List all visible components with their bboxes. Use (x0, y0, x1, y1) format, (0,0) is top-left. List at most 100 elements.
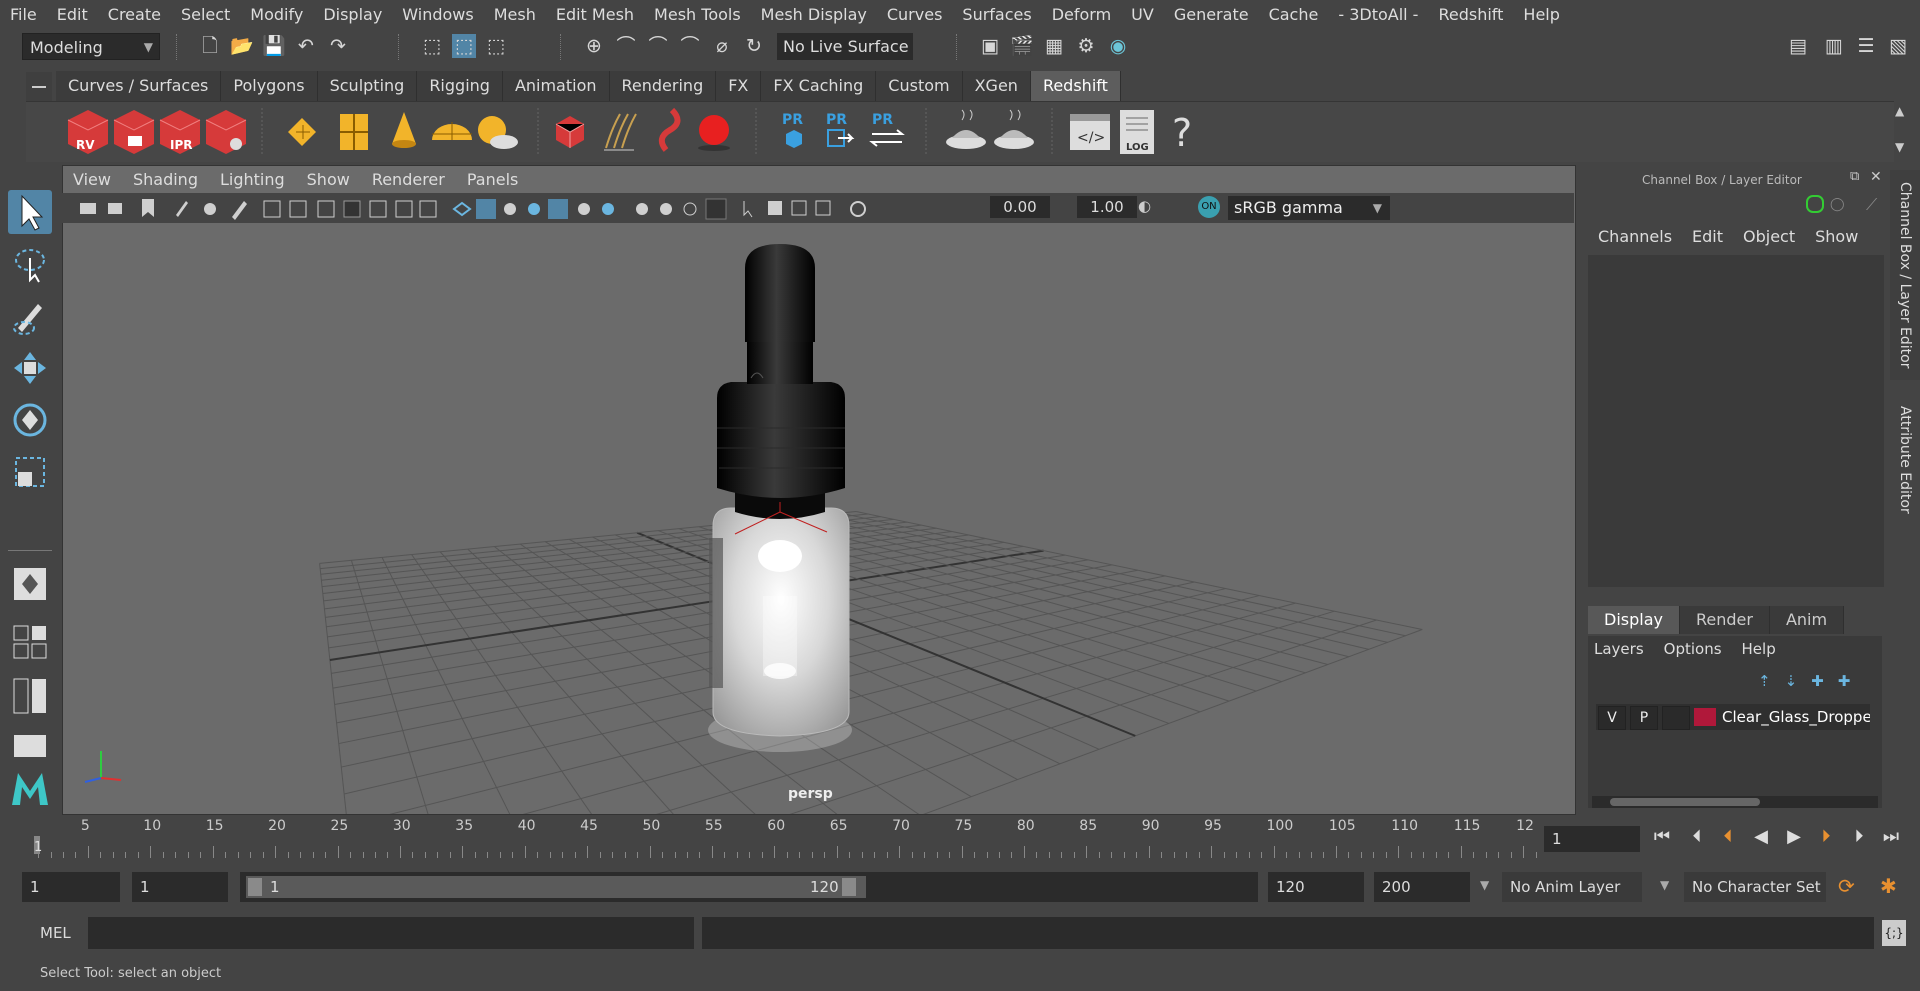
redshift-ipr-icon[interactable]: IPR (159, 110, 201, 154)
menu-file[interactable]: File (0, 0, 47, 29)
snap-view-plane-icon[interactable]: ⌒ (678, 34, 702, 58)
animation-start-field[interactable]: 1 (22, 872, 120, 902)
redshift-render-icon[interactable] (113, 110, 155, 154)
menu-surfaces[interactable]: Surfaces (952, 0, 1041, 29)
menu-edit-mesh[interactable]: Edit Mesh (546, 0, 644, 29)
step-forward-frame-icon[interactable]: ⏵ (1848, 826, 1870, 848)
layer-visibility-toggle[interactable]: V (1598, 706, 1626, 730)
chevron-down-icon[interactable]: ▼ (1660, 878, 1669, 892)
shelf-tab-xgen[interactable]: XGen (962, 71, 1031, 101)
color-management-icon[interactable]: ON (1198, 196, 1220, 218)
viewport-menu-panels[interactable]: Panels (456, 167, 530, 193)
shelf-scroll-down-icon[interactable]: ▼ (1895, 140, 1904, 154)
lasso-tool[interactable] (8, 242, 52, 286)
viewport-menu-shading[interactable]: Shading (122, 167, 209, 193)
auto-key-icon[interactable]: ⟳ (1838, 874, 1855, 898)
viewport-menu-view[interactable]: View (62, 167, 122, 193)
menu-modify[interactable]: Modify (240, 0, 313, 29)
menu-help[interactable]: Help (1513, 0, 1569, 29)
menu-3dtoall[interactable]: - 3DtoAll - (1328, 0, 1428, 29)
select-by-component-icon[interactable]: ⬚ (484, 34, 508, 58)
rs-grid-light-icon[interactable] (340, 114, 368, 150)
step-back-frame-icon[interactable]: ⏴ (1686, 826, 1708, 848)
pr-render-icon[interactable]: PR (782, 112, 803, 148)
exposure-field[interactable]: 0.00 (990, 196, 1050, 218)
viewport-menu-lighting[interactable]: Lighting (209, 167, 296, 193)
command-input[interactable] (88, 917, 694, 949)
paint-select-tool[interactable] (8, 294, 52, 338)
animation-end-field[interactable]: 200 (1374, 872, 1470, 902)
rotate-tool[interactable] (8, 398, 52, 442)
go-to-end-icon[interactable]: ⏭ (1880, 826, 1902, 848)
menu-select[interactable]: Select (171, 0, 240, 29)
menu-redshift[interactable]: Redshift (1428, 0, 1513, 29)
rs-bake-icon[interactable] (946, 109, 986, 149)
step-forward-key-icon[interactable]: ⏵ (1815, 826, 1837, 848)
layer-playback-toggle[interactable]: P (1630, 706, 1658, 730)
single-perspective-layout-icon[interactable] (8, 562, 52, 606)
help-icon[interactable]: ? (1172, 111, 1192, 155)
menu-display[interactable]: Display (313, 0, 392, 29)
range-slider-end-handle[interactable] (842, 878, 856, 896)
rs-volume-icon[interactable] (555, 116, 585, 148)
move-tool[interactable] (8, 346, 52, 390)
channel-box-menu-channels[interactable]: Channels (1598, 227, 1672, 246)
snap-curve-icon[interactable]: ⌒ (614, 34, 638, 58)
shelf-menu-icon[interactable] (32, 86, 46, 88)
shelf-tab-redshift[interactable]: Redshift (1030, 71, 1121, 101)
hypershade-icon[interactable]: ◉ (1106, 34, 1130, 58)
select-tool[interactable] (8, 190, 52, 234)
script-editor-icon[interactable]: {;} (1882, 920, 1906, 946)
layer-editor-menu-help[interactable]: Help (1742, 640, 1776, 658)
render-view-icon[interactable]: ▣ (978, 34, 1002, 58)
play-forwards-icon[interactable]: ▶ (1783, 826, 1805, 848)
log-file-icon[interactable]: LOG (1120, 110, 1154, 154)
render-frame-icon[interactable]: 🎬 (1010, 34, 1034, 58)
rs-material-icon[interactable] (698, 115, 730, 151)
rs-hair-icon[interactable] (604, 113, 637, 151)
snap-point-icon[interactable]: ⌒ (646, 34, 670, 58)
layer-tab-display[interactable]: Display (1588, 606, 1680, 634)
chevron-down-icon[interactable]: ▼ (1480, 878, 1489, 892)
menu-uv[interactable]: UV (1121, 0, 1164, 29)
channel-list[interactable] (1588, 255, 1884, 587)
undo-icon[interactable]: ↶ (294, 34, 318, 58)
shelf-tab-fx[interactable]: FX (716, 71, 762, 101)
code-editor-icon[interactable]: </> (1070, 114, 1110, 150)
snap-together-icon[interactable]: ↻ (742, 34, 766, 58)
menu-deform[interactable]: Deform (1042, 0, 1121, 29)
rs-bake-settings-icon[interactable] (994, 109, 1034, 149)
open-scene-icon[interactable]: 📂 (230, 34, 254, 58)
close-icon[interactable]: ✕ (1870, 169, 1882, 185)
float-panel-icon[interactable]: ⧉ (1850, 169, 1859, 184)
layer-tab-anim[interactable]: Anim (1769, 606, 1845, 634)
toggle-channel-box-icon[interactable]: ▧ (1886, 34, 1910, 58)
menu-curves[interactable]: Curves (877, 0, 953, 29)
layer-row[interactable]: V P Clear_Glass_Dropper_B (1596, 704, 1870, 730)
playback-start-field[interactable]: 1 (132, 872, 228, 902)
range-slider-start-handle[interactable] (248, 878, 262, 896)
channel-box-side-tab[interactable]: Channel Box / Layer Editor (1890, 170, 1920, 380)
channel-box-menu-show[interactable]: Show (1815, 227, 1858, 246)
shelf-tab-rendering[interactable]: Rendering (609, 71, 717, 101)
pr-export-icon[interactable]: PR (826, 112, 855, 147)
channel-box-menu-edit[interactable]: Edit (1692, 227, 1723, 246)
workspace-icon[interactable]: ▤ (1786, 34, 1810, 58)
outliner-layout-icon[interactable] (8, 725, 52, 769)
menu-mesh[interactable]: Mesh (484, 0, 546, 29)
two-pane-layout-icon[interactable] (8, 675, 52, 719)
rs-dome-light-icon[interactable] (432, 122, 472, 140)
menu-mesh-display[interactable]: Mesh Display (751, 0, 877, 29)
dropper-bottle-model[interactable] (708, 244, 852, 752)
shelf-tab-polygons[interactable]: Polygons (221, 71, 318, 101)
pr-sync-icon[interactable]: PR (869, 112, 905, 147)
rs-proxy-icon[interactable] (658, 107, 681, 152)
play-backwards-icon[interactable]: ◀ (1750, 826, 1772, 848)
layer-editor-menu-layers[interactable]: Layers (1594, 640, 1644, 658)
layer-move-icons[interactable]: ⇡⇣✚✚ (1758, 672, 1864, 690)
menu-edit[interactable]: Edit (47, 0, 98, 29)
layer-tab-render[interactable]: Render (1679, 606, 1770, 634)
redshift-render-settings-icon[interactable] (205, 110, 247, 154)
shelf-tab-curves-surfaces[interactable]: Curves / Surfaces (56, 71, 222, 101)
layer-editor-menu-options[interactable]: Options (1664, 640, 1722, 658)
